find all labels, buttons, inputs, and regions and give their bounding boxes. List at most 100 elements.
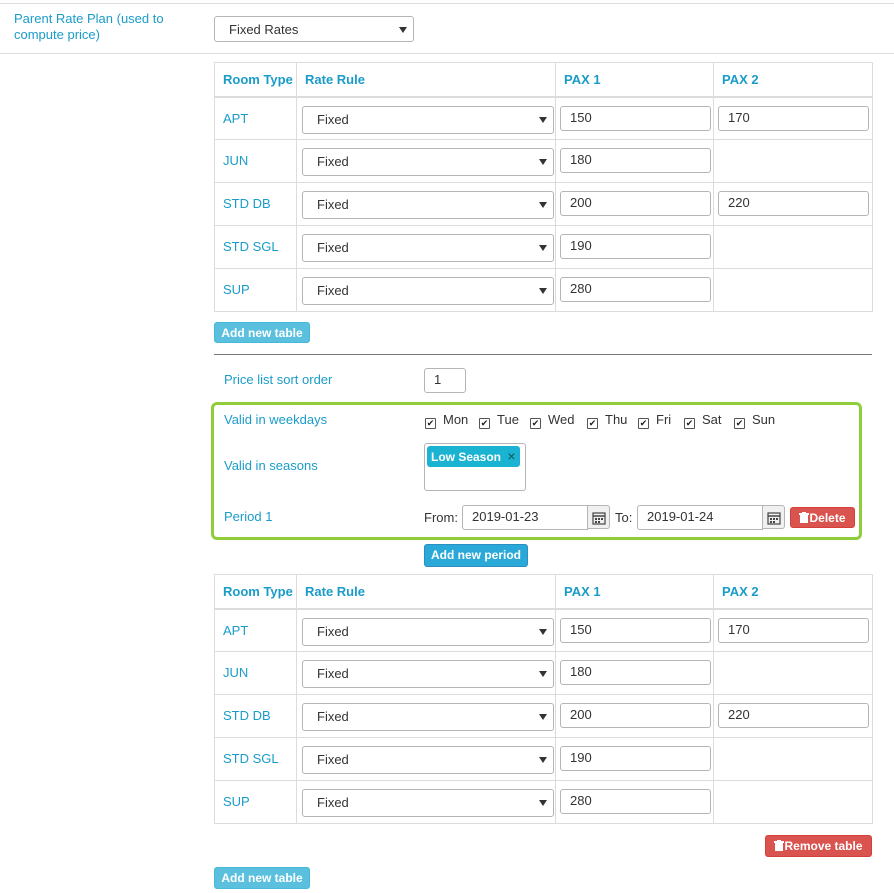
pax2-cell <box>713 737 873 781</box>
room-type-label: JUN <box>223 665 249 680</box>
room-type-label: JUN <box>223 153 249 168</box>
pax2-cell <box>713 139 873 183</box>
pax2-cell <box>713 651 873 695</box>
col-header-rate-rule: Rate Rule <box>296 574 556 610</box>
pax2-input[interactable]: 170 <box>718 105 869 131</box>
from-date-input[interactable]: 2019-01-23 <box>462 505 588 530</box>
from-calendar-button[interactable] <box>588 505 610 529</box>
rate-rule-cell: Fixed <box>296 96 556 140</box>
rate-rule-select[interactable]: Fixed <box>302 789 554 817</box>
parent-rate-plan-label: Parent Rate Plan (used to compute price) <box>14 11 204 43</box>
close-icon[interactable]: × <box>507 448 515 464</box>
pax1-input[interactable]: 190 <box>560 234 711 259</box>
rate-table-1: Room Type Rate Rule PAX 1 PAX 2 APT Fixed… <box>214 62 873 312</box>
weekday-checkbox-sat[interactable]: ✔ <box>684 418 695 429</box>
weekday-checkbox-fri[interactable]: ✔ <box>638 418 649 429</box>
pax2-input[interactable]: 220 <box>718 703 869 728</box>
col-header-room-type: Room Type <box>214 62 297 98</box>
pax1-input[interactable]: 180 <box>560 148 711 173</box>
room-type-label: STD DB <box>223 196 271 211</box>
room-type-label: STD SGL <box>223 751 279 766</box>
rate-rule-select[interactable]: Fixed <box>302 105 554 134</box>
col-header-pax2: PAX 2 <box>713 574 873 610</box>
remove-table-button[interactable]: Remove table <box>765 835 872 857</box>
rate-rule-select[interactable]: Fixed <box>302 703 554 731</box>
rate-rule-select[interactable]: Fixed <box>302 617 554 646</box>
table-row: APT Fixed 150 170 <box>214 608 873 652</box>
rate-rule-select[interactable]: Fixed <box>302 191 554 219</box>
pax1-input[interactable]: 200 <box>560 191 711 216</box>
parent-rate-plan-label-line2: compute price) <box>14 27 100 42</box>
pax1-input[interactable]: 150 <box>560 617 711 643</box>
pax2-cell <box>713 268 873 312</box>
chevron-down-icon <box>539 714 547 720</box>
rate-rule-cell: Fixed <box>296 651 556 695</box>
pax1-cell: 190 <box>555 225 714 269</box>
pax1-input[interactable]: 150 <box>560 105 711 131</box>
trash-icon <box>799 512 810 523</box>
chevron-down-icon <box>539 757 547 763</box>
add-new-table-button-1[interactable]: Add new table <box>214 322 310 343</box>
table-header-row: Room Type Rate Rule PAX 1 PAX 2 <box>214 574 873 610</box>
pax1-cell: 200 <box>555 694 714 738</box>
seasons-multiselect[interactable]: Low Season × <box>424 443 526 491</box>
delete-label: Delete <box>809 511 846 525</box>
weekday-checkbox-thu[interactable]: ✔ <box>587 418 598 429</box>
rate-rule-select[interactable]: Fixed <box>302 234 554 262</box>
add-new-period-button[interactable]: Add new period <box>424 544 528 567</box>
rate-rule-cell: Fixed <box>296 225 556 269</box>
rate-rule-value: Fixed <box>317 197 349 212</box>
rate-rule-value: Fixed <box>317 240 349 255</box>
pax1-input[interactable]: 280 <box>560 277 711 302</box>
room-type-cell: SUP <box>214 268 297 312</box>
rate-rule-cell: Fixed <box>296 608 556 652</box>
weekday-checkbox-tue[interactable]: ✔ <box>479 418 490 429</box>
pax1-cell: 190 <box>555 737 714 781</box>
col-header-pax1: PAX 1 <box>555 62 714 98</box>
room-type-label: SUP <box>223 282 250 297</box>
parent-rate-plan-selected: Fixed Rates <box>229 22 299 37</box>
rate-rule-cell: Fixed <box>296 139 556 183</box>
weekday-checkbox-wed[interactable]: ✔ <box>530 418 541 429</box>
rate-rule-select[interactable]: Fixed <box>302 660 554 688</box>
table-row: STD DB Fixed 200 220 <box>214 182 873 226</box>
pax1-input[interactable]: 180 <box>560 660 711 685</box>
table-header-row: Room Type Rate Rule PAX 1 PAX 2 <box>214 62 873 98</box>
delete-period-button[interactable]: Delete <box>790 507 855 528</box>
table-row: JUN Fixed 180 <box>214 139 873 183</box>
weekdays-label: Valid in weekdays <box>224 412 328 427</box>
room-type-cell: APT <box>214 608 297 652</box>
pax2-input[interactable]: 220 <box>718 191 869 216</box>
col-header-pax1: PAX 1 <box>555 574 714 610</box>
rate-rule-select[interactable]: Fixed <box>302 148 554 176</box>
rate-rule-value: Fixed <box>317 623 349 639</box>
chevron-down-icon <box>539 116 547 123</box>
rate-rule-select[interactable]: Fixed <box>302 746 554 774</box>
parent-rate-plan-select[interactable]: Fixed Rates <box>214 16 414 42</box>
pax1-input[interactable]: 190 <box>560 746 711 771</box>
pax2-cell: 170 <box>713 96 873 140</box>
col-header-rate-rule: Rate Rule <box>296 62 556 98</box>
chevron-down-icon <box>539 671 547 677</box>
rate-rule-select[interactable]: Fixed <box>302 277 554 305</box>
weekday-checkbox-sun[interactable]: ✔ <box>734 418 745 429</box>
add-new-table-button-2[interactable]: Add new table <box>214 867 310 889</box>
table-row: SUP Fixed 280 <box>214 268 873 312</box>
pax1-input[interactable]: 200 <box>560 703 711 728</box>
sort-order-input[interactable]: 1 <box>424 368 466 393</box>
pax1-input[interactable]: 280 <box>560 789 711 814</box>
weekday-checkbox-mon[interactable]: ✔ <box>425 418 436 429</box>
table-divider <box>214 354 872 355</box>
weekday-label-mon: Mon <box>443 412 469 427</box>
to-date-input[interactable]: 2019-01-24 <box>637 505 763 530</box>
room-type-label: SUP <box>223 794 250 809</box>
to-label: To: <box>615 510 633 525</box>
room-type-cell: STD SGL <box>214 737 297 781</box>
table-row: JUN Fixed 180 <box>214 651 873 695</box>
remove-table-label: Remove table <box>784 839 863 853</box>
to-calendar-button[interactable] <box>763 505 785 529</box>
pax2-cell: 220 <box>713 694 873 738</box>
rate-table-2: Room Type Rate Rule PAX 1 PAX 2 APT Fixed… <box>214 574 873 824</box>
pax2-input[interactable]: 170 <box>718 617 869 643</box>
rate-rule-cell: Fixed <box>296 268 556 312</box>
